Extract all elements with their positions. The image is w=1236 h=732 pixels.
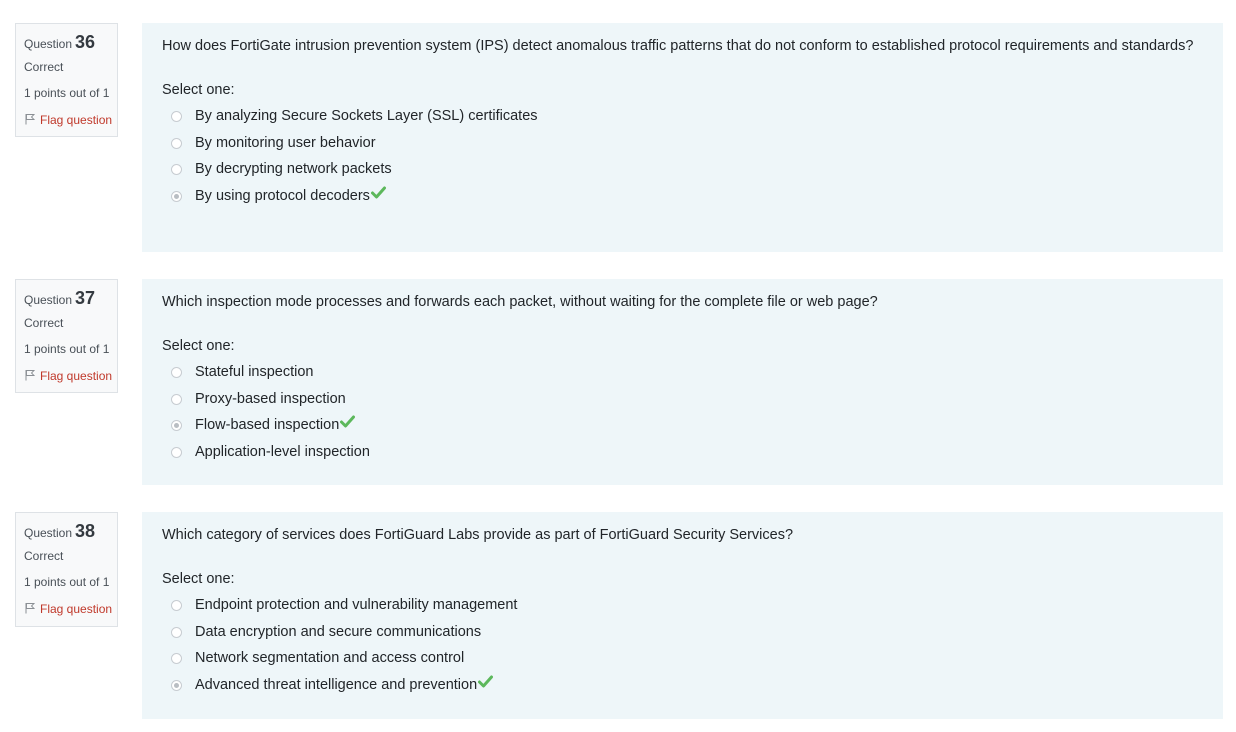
question-grade: 1 points out of 1 — [24, 575, 110, 589]
question-text: Which inspection mode processes and forw… — [162, 294, 878, 310]
radio-button-checked[interactable] — [171, 679, 182, 691]
answer-option[interactable]: Proxy-based inspection — [162, 386, 1203, 413]
flag-question-label: Flag question — [40, 602, 113, 616]
answer-label: By monitoring user behavior — [195, 134, 376, 151]
radio-button[interactable] — [171, 164, 182, 175]
answer-option-selected[interactable]: Flow-based inspection — [162, 412, 1203, 439]
question-content: Which category of services does FortiGua… — [142, 512, 1223, 719]
radio-button[interactable] — [171, 137, 182, 149]
radio-button[interactable] — [171, 653, 182, 664]
question-state: Correct — [24, 316, 64, 330]
answer-option[interactable]: Stateful inspection — [162, 359, 1203, 386]
radio-button[interactable] — [171, 393, 182, 405]
radio-button[interactable] — [171, 446, 182, 458]
answer-label: Proxy-based inspection — [195, 390, 346, 407]
answer-label: Data encryption and secure communication… — [195, 623, 482, 640]
answer-label: By using protocol decoders — [195, 187, 370, 204]
flag-icon — [25, 603, 36, 614]
question-text: Which category of services does FortiGua… — [162, 527, 794, 543]
answer-option[interactable]: Data encryption and secure communication… — [162, 619, 1203, 646]
flag-question-label: Flag question — [40, 113, 113, 127]
answer-option[interactable]: By analyzing Secure Sockets Layer (SSL) … — [162, 103, 1203, 130]
question-number-line: Question 38 — [24, 519, 117, 543]
answer-label: By analyzing Secure Sockets Layer (SSL) … — [195, 108, 538, 124]
radio-button[interactable] — [171, 367, 182, 378]
answer-label: Network segmentation and access control — [195, 650, 465, 666]
select-one-prompt: Select one: — [162, 82, 235, 98]
answer-list: Endpoint protection and vulnerability ma… — [162, 592, 1203, 698]
answer-option-selected[interactable]: By using protocol decoders — [162, 183, 1203, 210]
question-info: Question 38 Correct 1 points out of 1 Fla… — [15, 512, 118, 627]
question-info: Question 37 Correct 1 points out of 1 Fla… — [15, 279, 118, 393]
answer-label: By decrypting network packets — [195, 161, 392, 177]
answer-option[interactable]: By decrypting network packets — [162, 156, 1203, 183]
answer-option[interactable]: Application-level inspection — [162, 439, 1203, 466]
question-word: Question — [24, 293, 73, 307]
select-one-prompt: Select one: — [162, 338, 235, 354]
question-grade: 1 points out of 1 — [24, 86, 110, 100]
flag-question-link[interactable]: Flag question — [24, 362, 117, 390]
check-icon — [370, 186, 386, 198]
flag-icon — [25, 114, 36, 125]
answer-list: By analyzing Secure Sockets Layer (SSL) … — [162, 103, 1203, 209]
radio-button[interactable] — [171, 111, 182, 122]
answer-option[interactable]: By monitoring user behavior — [162, 130, 1203, 157]
answer-label: Endpoint protection and vulnerability ma… — [195, 597, 518, 613]
question-text: How does FortiGate intrusion prevention … — [162, 38, 1194, 54]
radio-button[interactable] — [171, 626, 182, 638]
answer-label: Advanced threat intelligence and prevent… — [195, 676, 478, 693]
flag-question-label: Flag question — [40, 369, 113, 383]
question-state: Correct — [24, 549, 64, 563]
flag-icon — [25, 370, 36, 381]
question-content: How does FortiGate intrusion prevention … — [142, 23, 1223, 252]
radio-button[interactable] — [171, 600, 182, 611]
answer-option-selected[interactable]: Advanced threat intelligence and prevent… — [162, 672, 1203, 699]
flag-question-link[interactable]: Flag question — [24, 106, 117, 134]
question-number: 38 — [75, 521, 96, 541]
check-icon — [340, 415, 356, 428]
question-number: 36 — [75, 32, 96, 52]
question-number-line: Question 37 — [24, 286, 117, 310]
answer-label: Application-level inspection — [195, 443, 370, 460]
question-word: Question — [24, 526, 73, 540]
answer-option[interactable]: Endpoint protection and vulnerability ma… — [162, 592, 1203, 619]
question-state: Correct — [24, 60, 64, 74]
answer-option[interactable]: Network segmentation and access control — [162, 645, 1203, 672]
select-one-prompt: Select one: — [162, 571, 235, 587]
question-word: Question — [24, 37, 73, 51]
question-number: 37 — [75, 288, 96, 308]
flag-question-link[interactable]: Flag question — [24, 595, 117, 623]
radio-button-checked[interactable] — [171, 190, 182, 202]
question-number-line: Question 36 — [24, 30, 117, 54]
radio-button-checked[interactable] — [171, 420, 182, 431]
question-grade: 1 points out of 1 — [24, 342, 110, 356]
answer-list: Stateful inspection Proxy-based inspecti… — [162, 359, 1203, 465]
question-info: Question 36 Correct 1 points out of 1 Fla… — [15, 23, 118, 137]
answer-label: Stateful inspection — [195, 364, 314, 380]
check-icon — [478, 675, 494, 687]
answer-label: Flow-based inspection — [195, 417, 340, 433]
question-content: Which inspection mode processes and forw… — [142, 279, 1223, 485]
